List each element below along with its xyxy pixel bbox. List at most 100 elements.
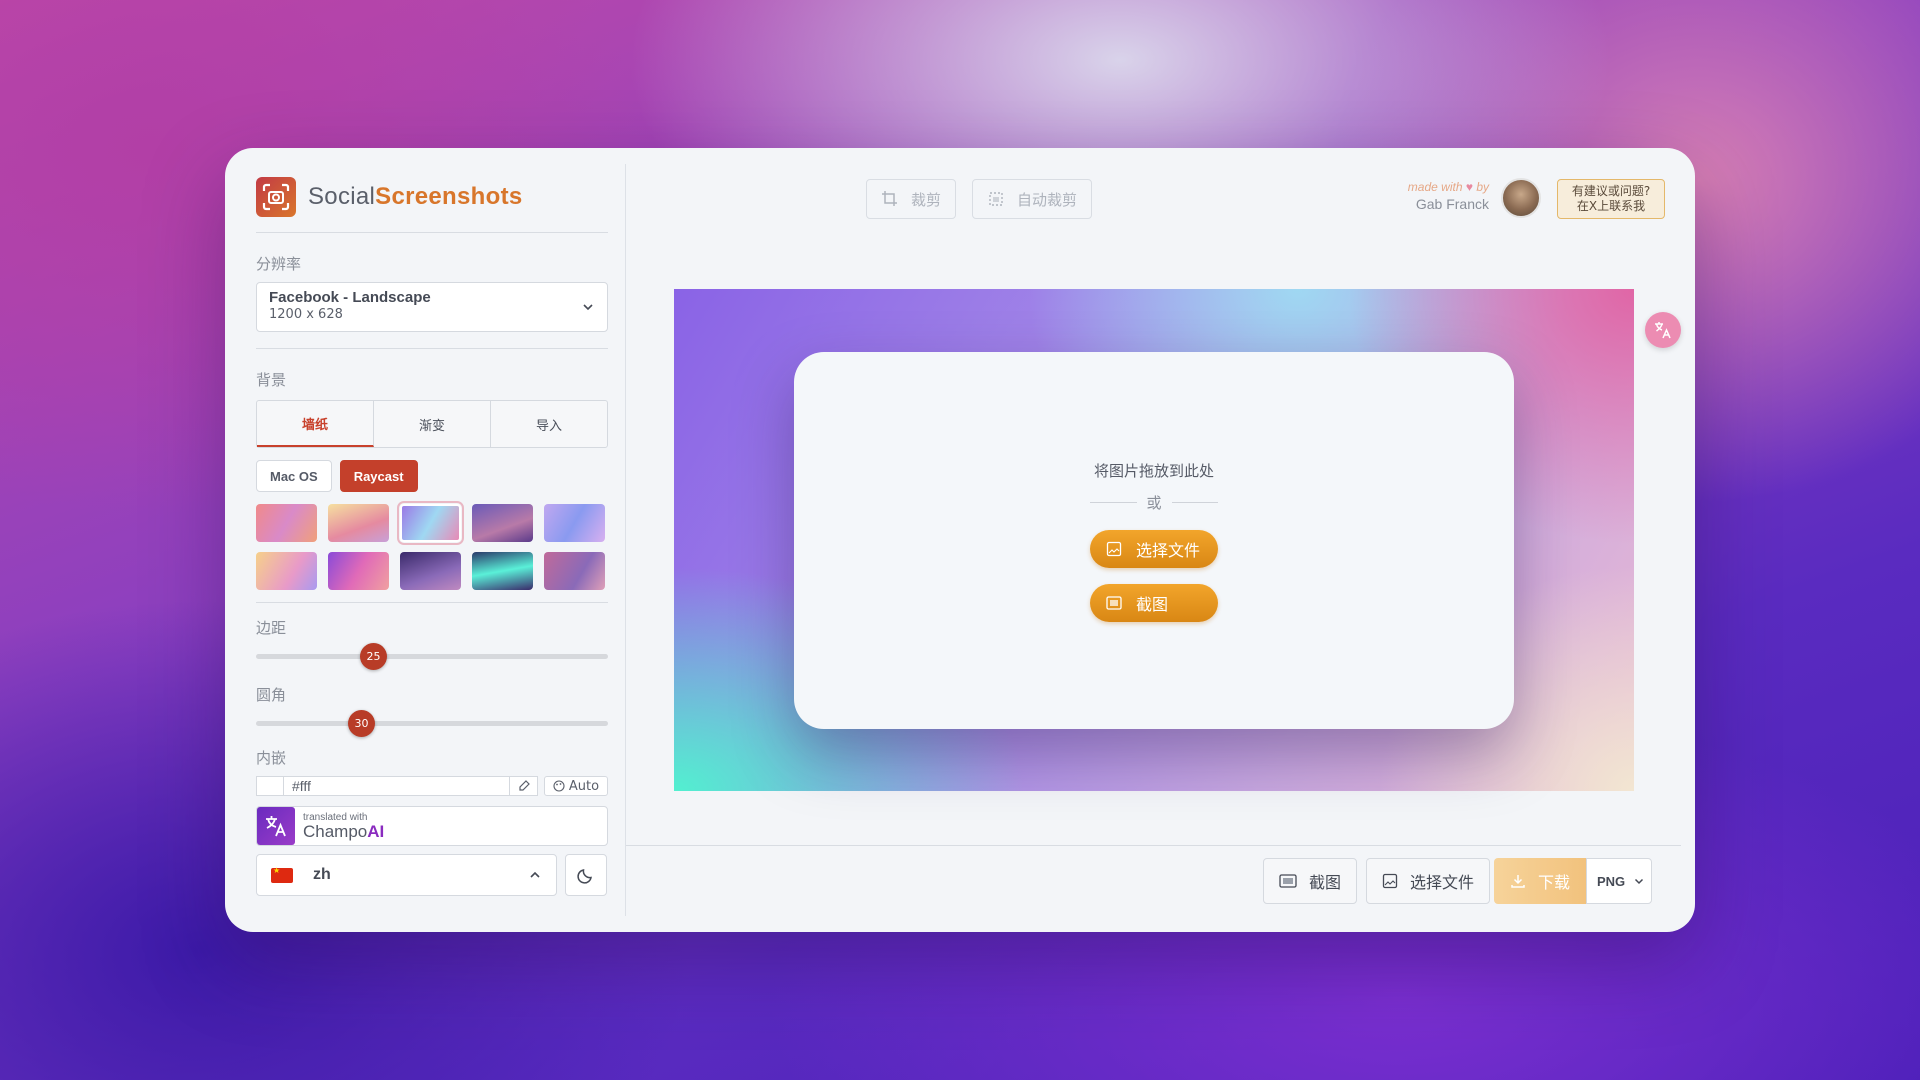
- auto-crop-label: 自动裁剪: [1017, 190, 1078, 209]
- made-with-text: made with ♥ by: [1407, 180, 1489, 194]
- chevron-up-icon: [530, 871, 540, 878]
- wallpaper-swatch[interactable]: [544, 504, 605, 542]
- feedback-button[interactable]: 有建议或问题? 在X上联系我: [1557, 179, 1665, 219]
- author-name[interactable]: Gab Franck: [1408, 196, 1489, 212]
- padding-slider[interactable]: 25: [256, 642, 608, 670]
- inset-auto-button[interactable]: Auto: [544, 776, 608, 796]
- screenshot-label: 截图: [1136, 595, 1169, 614]
- bottom-screenshot-label: 截图: [1309, 873, 1342, 892]
- auto-crop-button[interactable]: 自动裁剪: [972, 179, 1093, 219]
- resolution-size: 1200 x 628: [269, 307, 343, 322]
- download-label: 下载: [1538, 873, 1571, 892]
- image-icon: [1382, 873, 1398, 889]
- radius-label: 圆角: [256, 686, 287, 704]
- moon-icon: [577, 869, 592, 884]
- resolution-label: 分辨率: [256, 255, 302, 273]
- inset-color-row: #fff Auto: [256, 776, 608, 796]
- wallpaper-set-chips: Mac OS Raycast: [256, 460, 607, 492]
- divider: [256, 232, 608, 233]
- wallpaper-swatch[interactable]: [256, 552, 317, 590]
- crop-label: 裁剪: [911, 190, 942, 209]
- crop-button[interactable]: 裁剪: [866, 179, 957, 219]
- screen-icon: [1106, 596, 1122, 610]
- drop-zone[interactable]: 将图片拖放到此处 或 选择文件 截图: [794, 352, 1514, 729]
- heart-icon: ♥: [1465, 180, 1473, 194]
- palette-icon: [553, 780, 565, 792]
- main-area: 裁剪 自动裁剪 made with ♥ by Gab Franck 有建议或问题…: [626, 148, 1695, 932]
- tab-wallpaper[interactable]: 墙纸: [257, 401, 374, 447]
- download-icon: [1511, 875, 1525, 888]
- language-select[interactable]: zh: [256, 854, 558, 896]
- inset-color-input[interactable]: #fff: [284, 776, 510, 796]
- crop-icon: [882, 191, 897, 206]
- divider: [256, 602, 608, 603]
- background-tabs: 墙纸 渐变 导入: [256, 400, 608, 448]
- wallpaper-grid: [256, 501, 607, 590]
- bottom-screenshot-button[interactable]: 截图: [1263, 858, 1358, 904]
- wallpaper-swatch[interactable]: [256, 504, 317, 542]
- drop-text: 将图片拖放到此处: [1093, 462, 1214, 480]
- inset-label: 内嵌: [256, 749, 287, 767]
- bottom-choose-file-button[interactable]: 选择文件: [1366, 858, 1491, 904]
- choose-file-label: 选择文件: [1136, 541, 1201, 560]
- chevron-down-icon: [583, 304, 593, 311]
- chevron-down-icon: [1635, 878, 1644, 885]
- wallpaper-swatch-selected[interactable]: [397, 501, 464, 545]
- preview-canvas: 将图片拖放到此处 或 选择文件 截图: [674, 289, 1634, 791]
- feedback-line2: 在X上联系我: [1576, 199, 1646, 213]
- image-icon: [1106, 541, 1122, 557]
- wallpaper-swatch[interactable]: [328, 504, 389, 542]
- translate-icon: [1655, 322, 1671, 339]
- bottom-choose-file-label: 选择文件: [1410, 873, 1475, 892]
- champo-banner[interactable]: translated with ChampoAI: [256, 806, 608, 846]
- radius-slider-knob[interactable]: 30: [348, 710, 375, 737]
- padding-control: 边距 25: [256, 617, 608, 670]
- choose-file-button[interactable]: 选择文件: [1090, 530, 1218, 568]
- sidebar: SocialScreenshots 分辨率 Facebook - Landsca…: [225, 148, 625, 932]
- dark-mode-toggle[interactable]: [565, 854, 607, 896]
- china-flag-icon: [271, 866, 293, 883]
- screen-icon: [1279, 874, 1297, 888]
- resolution-select[interactable]: Facebook - Landscape 1200 x 628: [256, 282, 608, 332]
- inset-color-swatch[interactable]: [256, 776, 284, 796]
- champo-name: ChampoAI: [303, 821, 385, 841]
- app-name: SocialScreenshots: [308, 183, 523, 210]
- champo-text: translated with ChampoAI: [303, 812, 384, 841]
- wallpaper-swatch[interactable]: [544, 552, 605, 590]
- slider-track: [256, 654, 608, 659]
- radius-slider[interactable]: 30: [256, 709, 608, 737]
- or-separator: 或: [1090, 492, 1219, 513]
- chip-raycast[interactable]: Raycast: [339, 460, 418, 492]
- language-row: zh: [256, 854, 607, 896]
- tab-import[interactable]: 导入: [491, 401, 607, 447]
- wallpaper-swatch[interactable]: [472, 552, 533, 590]
- resolution-name: Facebook - Landscape: [269, 289, 431, 306]
- screenshot-button[interactable]: 截图: [1090, 584, 1218, 622]
- chip-macos[interactable]: Mac OS: [256, 460, 332, 492]
- format-select[interactable]: PNG: [1586, 858, 1652, 904]
- download-button[interactable]: 下载: [1494, 858, 1586, 904]
- wallpaper-swatch[interactable]: [400, 552, 461, 590]
- auto-crop-icon: [989, 192, 1003, 206]
- background-label: 背景: [256, 371, 287, 389]
- translate-icon: [257, 807, 295, 845]
- radius-control: 圆角 30: [256, 684, 608, 737]
- eyedropper-icon[interactable]: [510, 776, 538, 796]
- tab-gradient[interactable]: 渐变: [374, 401, 491, 447]
- author-credit: made with ♥ by Gab Franck: [1408, 180, 1489, 212]
- wallpaper-swatch[interactable]: [472, 504, 533, 542]
- camera-focus-icon: [256, 177, 296, 217]
- translate-fab-button[interactable]: [1645, 312, 1681, 348]
- language-code: zh: [313, 866, 331, 883]
- format-value: PNG: [1597, 873, 1626, 889]
- app-window: SocialScreenshots 分辨率 Facebook - Landsca…: [225, 148, 1695, 932]
- avatar[interactable]: [1501, 178, 1541, 218]
- slider-track: [256, 721, 608, 726]
- feedback-line1: 有建议或问题?: [1571, 184, 1651, 198]
- bottom-divider: [626, 845, 1681, 846]
- divider: [256, 348, 608, 349]
- padding-slider-knob[interactable]: 25: [360, 643, 387, 670]
- logo[interactable]: SocialScreenshots: [256, 176, 607, 218]
- wallpaper-swatch[interactable]: [328, 552, 389, 590]
- padding-label: 边距: [256, 619, 287, 637]
